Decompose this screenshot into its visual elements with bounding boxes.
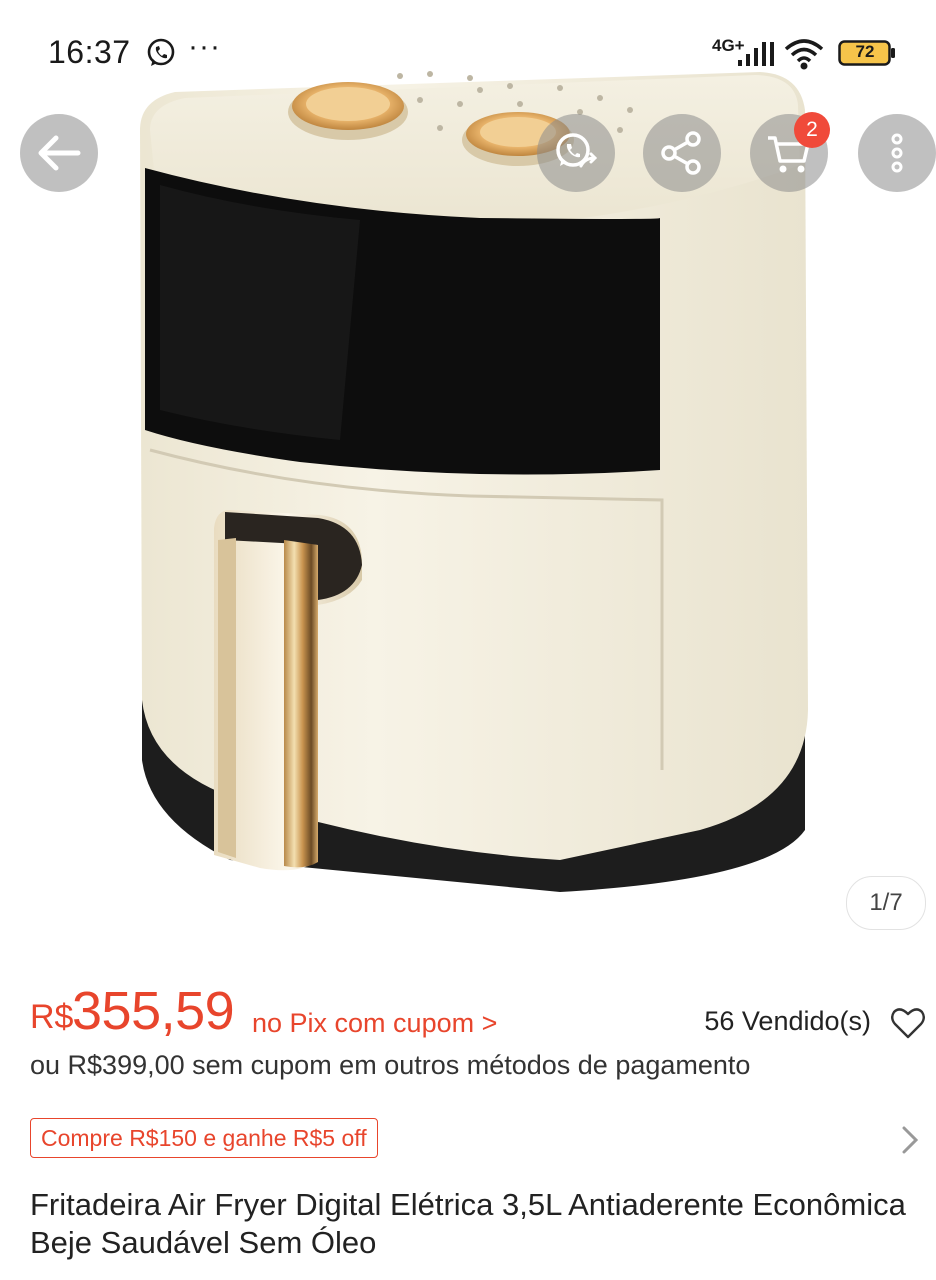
more-notifications-icon: ··· [188,30,221,63]
battery-level: 72 [855,42,875,61]
status-time: 16:37 [48,34,131,70]
favorite-heart-icon[interactable] [890,1006,926,1040]
chevron-right-icon[interactable] [898,1124,922,1156]
more-options-button[interactable] [858,114,936,192]
sold-count: 56 Vendido(s) [704,1006,871,1036]
promo-row[interactable]: Compre R$150 e ganhe R$5 off [0,1118,936,1162]
price-currency: R$ [30,998,74,1036]
cart-count-badge: 2 [794,112,830,148]
back-button[interactable] [20,114,98,192]
promo-tag[interactable]: Compre R$150 e ganhe R$5 off [30,1118,378,1158]
share-icon [661,131,701,175]
alt-price-text: ou R$399,00 sem cupom em outros métodos … [30,1050,751,1080]
price-value: 355,59 [72,981,235,1041]
pix-coupon-link[interactable]: no Pix com cupom > [252,1008,497,1039]
price-row: R$ 355,59 no Pix com cupom > 56 Vendido(… [30,980,926,1041]
whatsapp-notification-icon [147,38,175,66]
product-title: Fritadeira Air Fryer Digital Elétrica 3,… [30,1187,906,1260]
back-arrow-icon [38,135,81,171]
image-counter: 1/7 [846,876,926,930]
signal-icon [738,42,774,66]
share-button[interactable] [643,114,721,192]
whatsapp-share-button[interactable] [537,114,615,192]
wifi-icon [784,39,824,70]
status-bar: 16:37 ··· 4G+ 72 [0,0,936,110]
whatsapp-share-icon [556,133,598,168]
more-vertical-icon [891,133,903,173]
